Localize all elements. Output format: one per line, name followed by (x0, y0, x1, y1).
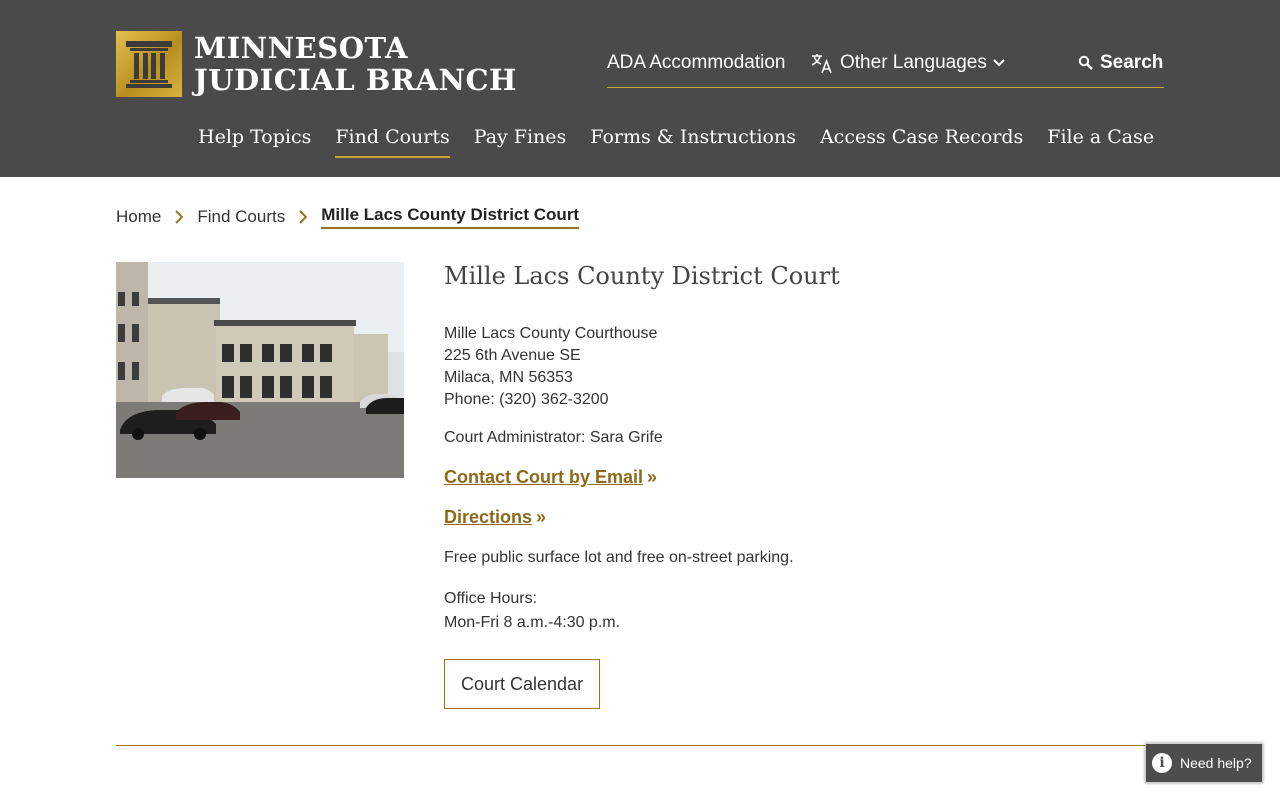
content-divider (116, 745, 1164, 746)
courthouse-pillar-icon (116, 31, 182, 97)
directions-label: Directions (444, 507, 533, 527)
chevron-down-icon (993, 59, 1005, 67)
site-header: MINNESOTA JUDICIAL BRANCH ADA Accommodat… (0, 0, 1280, 177)
nav-file-a-case[interactable]: File a Case (1047, 126, 1154, 158)
ada-accommodation-link[interactable]: ADA Accommodation (607, 52, 785, 74)
office-hours: Mon-Fri 8 a.m.-4:30 p.m. (444, 614, 621, 631)
address-city: Milaca, MN 56353 (444, 369, 573, 386)
search-icon (1078, 55, 1093, 70)
logo-line-2: JUDICIAL BRANCH (194, 63, 517, 97)
nav-help-topics[interactable]: Help Topics (198, 126, 311, 158)
nav-access-case-records[interactable]: Access Case Records (820, 126, 1023, 158)
chevron-right-icon (299, 210, 308, 224)
chevron-right-icon (175, 210, 184, 224)
need-help-widget[interactable]: i Need help? (1145, 743, 1263, 783)
site-logo[interactable]: MINNESOTA JUDICIAL BRANCH (116, 31, 517, 97)
other-languages-label: Other Languages (840, 52, 987, 73)
utility-bar: ADA Accommodation Other Languages Search (607, 50, 1164, 88)
breadcrumb-current: Mille Lacs County District Court (321, 205, 580, 229)
directions-link[interactable]: Directions» (444, 505, 1144, 529)
nav-find-courts[interactable]: Find Courts (335, 126, 451, 158)
other-languages-dropdown[interactable]: Other Languages (810, 52, 1011, 74)
info-icon: i (1152, 753, 1172, 773)
nav-pay-fines[interactable]: Pay Fines (474, 126, 567, 158)
office-hours-label: Office Hours: (444, 590, 538, 607)
raquo-icon: » (536, 507, 547, 527)
courthouse-photo (116, 262, 404, 478)
main-navigation: Help Topics Find Courts Pay Fines Forms … (198, 126, 1178, 158)
parking-info: Free public surface lot and free on-stre… (444, 549, 794, 566)
court-administrator: Court Administrator: Sara Grife (444, 429, 663, 446)
search-button[interactable]: Search (1078, 52, 1163, 74)
search-label: Search (1100, 52, 1164, 73)
nav-forms-instructions[interactable]: Forms & Instructions (590, 126, 796, 158)
court-calendar-button[interactable]: Court Calendar (444, 659, 601, 709)
contact-email-label: Contact Court by Email (444, 467, 644, 487)
address-street: 225 6th Avenue SE (444, 347, 581, 364)
breadcrumb-find-courts[interactable]: Find Courts (197, 207, 285, 227)
address-building: Mille Lacs County Courthouse (444, 325, 658, 342)
raquo-icon: » (647, 467, 658, 487)
contact-email-link[interactable]: Contact Court by Email» (444, 465, 1144, 489)
need-help-label: Need help? (1180, 755, 1252, 771)
court-details: Mille Lacs County District Court Mille L… (444, 262, 1144, 709)
logo-line-1: MINNESOTA (194, 31, 408, 65)
phone-number: Phone: (320) 362-3200 (444, 391, 609, 408)
logo-wordmark: MINNESOTA JUDICIAL BRANCH (194, 32, 517, 96)
page-title: Mille Lacs County District Court (444, 262, 840, 290)
breadcrumb-home[interactable]: Home (116, 207, 161, 227)
translate-icon (811, 54, 832, 74)
breadcrumb: Home Find Courts Mille Lacs County Distr… (116, 205, 580, 229)
